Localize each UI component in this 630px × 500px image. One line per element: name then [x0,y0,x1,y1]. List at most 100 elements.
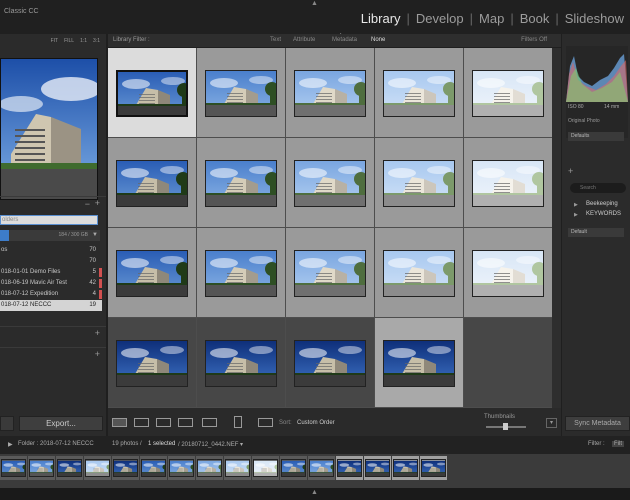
folder-row[interactable]: 70 [0,256,102,267]
photo-cell[interactable] [464,48,553,138]
folder-source[interactable]: Folder : 2018-07-12 NECCC [18,441,94,447]
photo-thumbnail[interactable] [205,160,277,207]
folder-row[interactable]: 018-07-12 Expedition 4 [0,289,102,300]
filmstrip-cell[interactable] [84,456,111,480]
filmstrip-cell[interactable] [112,456,139,480]
photo-thumbnail[interactable] [294,250,366,297]
photo-thumbnail[interactable] [116,70,188,117]
filmstrip-thumbnail[interactable] [309,459,334,477]
sort-direction-icon[interactable] [258,418,273,427]
filmstrip-cell[interactable] [196,456,223,480]
keyword-item[interactable]: KEYWORDS [586,211,621,217]
photo-cell[interactable] [464,228,553,318]
filter-text[interactable]: Text [270,37,281,43]
photo-thumbnail[interactable] [472,70,544,117]
zoom-fit[interactable]: FIT [51,38,59,44]
add-keyword-button[interactable]: + [568,166,573,176]
module-book[interactable]: Book [514,11,556,26]
selected-file-name[interactable]: / 20180712_0442.NEF ▾ [178,441,243,448]
filmstrip-thumbnail[interactable] [57,459,82,477]
filmstrip-thumbnail[interactable] [393,459,418,477]
photo-thumbnail[interactable] [205,250,277,297]
photo-cell[interactable] [375,48,464,138]
add-publish-service-button[interactable]: + [95,349,100,359]
compare-view-icon[interactable] [156,418,171,427]
photo-cell[interactable] [108,228,197,318]
photo-cell[interactable] [375,318,464,408]
collapse-bottom-arrow-icon[interactable]: ▲ [311,489,318,496]
filmstrip-cell[interactable] [168,456,195,480]
expand-triangle-icon[interactable]: ▼ [92,230,98,241]
photo-thumbnail[interactable] [383,160,455,207]
grid-view-icon[interactable] [112,418,127,427]
navigator-preview[interactable] [0,58,98,200]
filmstrip-thumbnail[interactable] [1,459,26,477]
filmstrip-cell[interactable] [308,456,335,480]
filmstrip-cell[interactable] [28,456,55,480]
photo-thumbnail[interactable] [294,160,366,207]
filmstrip-thumbnail[interactable] [225,459,250,477]
photo-cell[interactable] [108,138,197,228]
filmstrip-thumbnail[interactable] [281,459,306,477]
photo-thumbnail[interactable] [383,340,455,387]
toolbar-menu-chevron-icon[interactable]: ▾ [546,418,557,428]
photo-cell[interactable] [286,138,375,228]
filmstrip-filter-button[interactable]: Filt [612,441,624,447]
filmstrip-cell[interactable] [140,456,167,480]
filmstrip-cell[interactable] [392,456,419,480]
photo-thumbnail[interactable] [116,340,188,387]
photo-thumbnail[interactable] [116,250,188,297]
zoom-3-1[interactable]: 3:1 [93,38,100,44]
zoom-fill[interactable]: FILL [64,38,74,44]
photo-cell[interactable] [286,318,375,408]
sort-order-select[interactable]: Custom Order [297,420,335,426]
photo-cell[interactable] [286,48,375,138]
sync-metadata-button[interactable]: Sync Metadata [565,416,630,431]
photo-cell[interactable] [464,138,553,228]
photo-thumbnail[interactable] [383,70,455,117]
folder-search-input[interactable]: olders [0,215,98,225]
filmstrip-thumbnail[interactable] [253,459,278,477]
photo-cell[interactable] [375,138,464,228]
filmstrip-thumbnail[interactable] [169,459,194,477]
photo-thumbnail[interactable] [205,340,277,387]
thumbnail-size-knob[interactable] [503,423,508,430]
filmstrip-thumbnail[interactable] [337,459,362,477]
photo-thumbnail[interactable] [294,340,366,387]
filter-metadata[interactable]: Metadata [332,37,357,43]
keyword-search-input[interactable]: Search [570,183,626,193]
keyword-item[interactable]: Beekeeping [586,201,618,207]
module-library[interactable]: Library [355,11,407,26]
photo-cell[interactable] [197,228,286,318]
filmstrip-cell[interactable] [252,456,279,480]
filmstrip-cell[interactable] [224,456,251,480]
grid-toggle-icon[interactable]: ▶ [8,441,13,448]
photo-thumbnail[interactable] [294,70,366,117]
photo-cell[interactable] [108,318,197,408]
volume-row[interactable]: 184 / 300 GB ▼ [0,230,100,241]
grid-scrollbar[interactable] [552,48,561,408]
photo-thumbnail[interactable] [472,160,544,207]
module-map[interactable]: Map [473,11,510,26]
filmstrip-thumbnail[interactable] [365,459,390,477]
photo-cell[interactable] [286,228,375,318]
filmstrip-thumbnail[interactable] [85,459,110,477]
photo-cell[interactable] [197,318,286,408]
photo-thumbnail[interactable] [116,160,188,207]
photo-cell[interactable] [197,48,286,138]
filter-none[interactable]: None [371,37,385,43]
photo-cell[interactable] [375,228,464,318]
quick-develop-preset-select[interactable]: Defaults [568,132,624,141]
photo-cell[interactable] [197,138,286,228]
filmstrip-cell[interactable] [420,456,447,480]
photo-thumbnail[interactable] [383,250,455,297]
import-button[interactable] [0,416,14,431]
survey-view-icon[interactable] [178,418,193,427]
add-collection-button[interactable]: + [95,328,100,338]
folder-row[interactable]: 018-01-01 Demo Files 5 [0,267,102,278]
filters-status[interactable]: Filters Off [521,37,547,43]
filmstrip-cell[interactable] [364,456,391,480]
filmstrip-thumbnail[interactable] [141,459,166,477]
folder-row-selected[interactable]: 018-07-12 NECCC 19 [0,300,102,311]
module-slideshow[interactable]: Slideshow [559,11,630,26]
